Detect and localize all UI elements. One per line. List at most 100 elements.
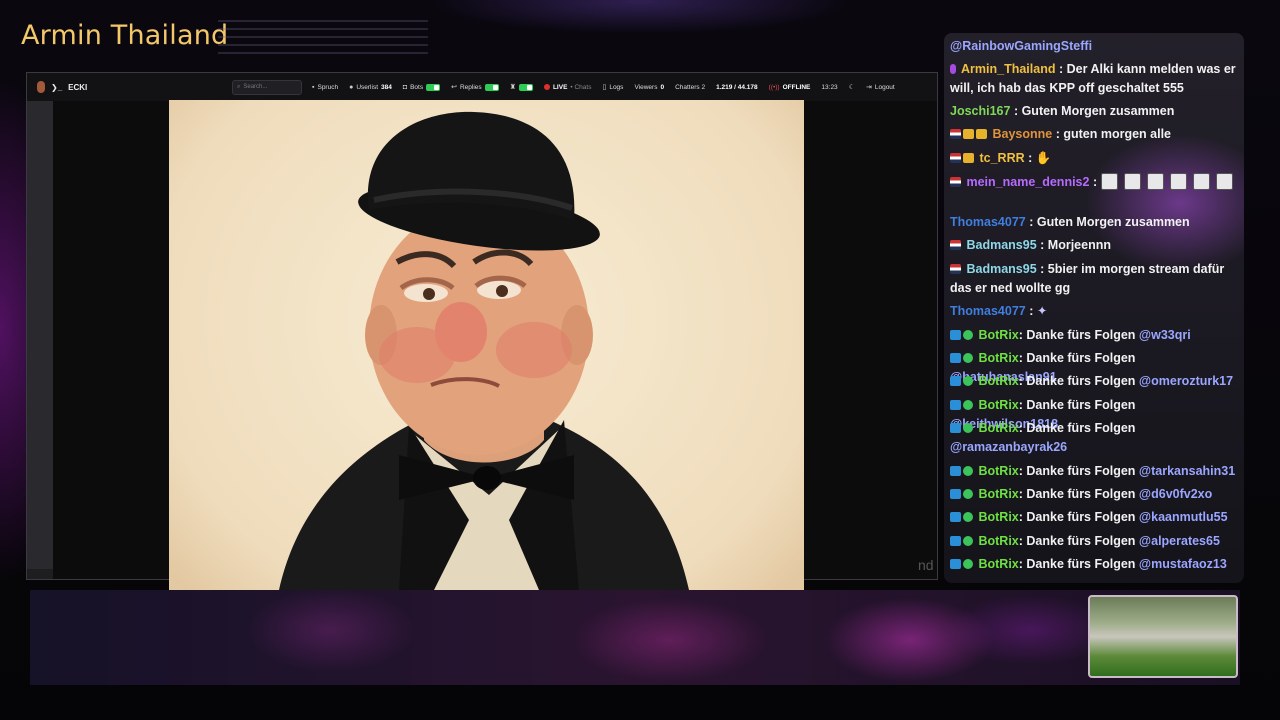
chat-username[interactable]: Armin_Thailand (961, 62, 1055, 76)
verified-badge-icon (963, 489, 973, 499)
featured-image (169, 100, 804, 590)
chat-message: mein_name_dennis2 : (950, 173, 1242, 192)
flag-badge-icon (950, 240, 961, 250)
verified-badge-icon (963, 559, 973, 569)
chat-username[interactable]: BotRix (978, 421, 1018, 435)
bot-badge-icon (950, 489, 961, 499)
bots-switch[interactable] (426, 83, 441, 91)
userlist-label: Userlist (356, 83, 378, 91)
replies-switch[interactable] (484, 83, 499, 91)
chat-username[interactable]: Joschi167 (950, 104, 1010, 118)
stage-partial-label: nd (918, 557, 934, 573)
chat-username[interactable]: tc_RRR (979, 151, 1024, 165)
chat-text: : Danke fürs Folgen (1018, 351, 1136, 365)
verified-badge-icon (963, 353, 973, 363)
chat-mention[interactable]: @kaanmutlu55 (1139, 510, 1228, 524)
chat-mention[interactable]: @ramazanbayrak26 (950, 440, 1067, 454)
chat-text: : (1028, 151, 1033, 165)
portrait-illustration (279, 111, 689, 590)
chat-username[interactable]: Thomas4077 (950, 304, 1026, 318)
chat-mention[interactable]: @alperates65 (1139, 534, 1220, 548)
chat-username[interactable]: BotRix (978, 374, 1018, 388)
extra-switch[interactable] (518, 83, 533, 91)
broadcast-icon: ((•)) (768, 83, 780, 91)
chat-message: BotRix: Danke fürs Folgen @d6v0fv2xo (950, 485, 1242, 504)
chat-text: : Danke fürs Folgen (1018, 557, 1139, 571)
crown-badge-icon (950, 64, 956, 74)
live-chats-button[interactable]: LIVE • Chats (540, 80, 596, 95)
chat-message: @RainbowGamingSteffi (950, 37, 1242, 56)
chat-username[interactable]: BotRix (978, 351, 1018, 365)
chat-username[interactable]: @RainbowGamingSteffi (950, 39, 1092, 53)
chat-mention[interactable]: @tarkansahin31 (1139, 464, 1235, 478)
emote-icon (1192, 173, 1210, 190)
title-decoration (218, 20, 428, 60)
logout-button[interactable]: ⇥ Logout (862, 80, 899, 95)
speech-icon: ▪ (312, 83, 315, 91)
terminal-icon: ❯_ (51, 82, 63, 92)
chat-mention[interactable]: @d6v0fv2xo (1139, 487, 1212, 501)
chat-username[interactable]: BotRix (978, 398, 1018, 412)
chat-text: : (1029, 304, 1034, 318)
chat-username[interactable]: Badmans95 (966, 262, 1036, 276)
bot-badge-icon (950, 536, 961, 546)
chat-message: BotRix: Danke fürs Folgen @omerozturk17 (950, 372, 1242, 391)
moon-icon: ☾ (848, 84, 855, 91)
theme-toggle[interactable]: ☾ (845, 80, 859, 95)
search-input[interactable]: ⌕ Search... (232, 79, 302, 95)
logs-label: Logs (609, 83, 624, 91)
chat-username[interactable]: Badmans95 (966, 238, 1036, 252)
brand-name: ECKI (68, 82, 88, 92)
chat-username[interactable]: BotRix (978, 487, 1018, 501)
chat-text: : Danke fürs Folgen (1018, 534, 1139, 548)
chat-message: Baysonne : guten morgen alle (950, 125, 1242, 144)
brand: ❯_ ECKI (37, 81, 232, 93)
chat-username[interactable]: mein_name_dennis2 (966, 175, 1089, 189)
logout-label: Logout (874, 83, 895, 91)
chat-username[interactable]: BotRix (978, 557, 1018, 571)
clock: 13:23 (821, 83, 838, 91)
bot-badge-icon (950, 512, 961, 522)
bot-badge-icon (950, 466, 961, 476)
chat-username[interactable]: Thomas4077 (950, 215, 1026, 229)
chat-username[interactable]: BotRix (978, 534, 1018, 548)
chat-username[interactable]: BotRix (978, 328, 1018, 342)
flag-badge-icon (950, 129, 961, 139)
viewers-label: Viewers (634, 83, 658, 91)
chat-message: Thomas4077 : ✦ (950, 302, 1242, 321)
logs-button[interactable]: ▯ Logs (598, 80, 627, 95)
spruch-label: Spruch (317, 83, 339, 91)
verified-badge-icon (963, 376, 973, 386)
chat-text: : Danke fürs Folgen (1018, 421, 1136, 435)
chat-message: Armin_Thailand : Der Alki kann melden wa… (950, 60, 1242, 98)
spruch-button[interactable]: ▪ Spruch (308, 80, 342, 95)
flag-badge-icon (950, 264, 961, 274)
chat-text: : Danke fürs Folgen (1018, 510, 1139, 524)
verified-badge-icon (963, 423, 973, 433)
chat-username[interactable]: BotRix (978, 510, 1018, 524)
chat-username[interactable]: BotRix (978, 464, 1018, 478)
extra-toggle[interactable]: ♜ (506, 80, 537, 95)
webcam-preview (1088, 595, 1238, 678)
replies-toggle[interactable]: ↩ Replies (447, 80, 503, 95)
bot-badge-icon (950, 423, 961, 433)
chat-mention[interactable]: @omerozturk17 (1139, 374, 1233, 388)
chat-message: BotRix: Danke fürs Folgen @alperates65 (950, 532, 1242, 551)
info-badge-icon (963, 129, 974, 139)
emote-icon (1169, 173, 1187, 190)
chat-text: : guten morgen alle (1055, 127, 1172, 141)
userlist-button[interactable]: ● Userlist 384 (345, 80, 396, 95)
emote-icon (1146, 173, 1164, 190)
chat-message: BotRix: Danke fürs Folgen @tarkansahin31 (950, 462, 1242, 481)
chat-username[interactable]: Baysonne (992, 127, 1052, 141)
flag-badge-icon (950, 153, 961, 163)
stream-title: Armin Thailand (21, 20, 229, 51)
chat-text: : Danke fürs Folgen (1018, 464, 1139, 478)
chat-mention[interactable]: @w33qri (1139, 328, 1191, 342)
chat-message: Joschi167 : Guten Morgen zusammen (950, 102, 1242, 121)
chat-mention[interactable]: @mustafaoz13 (1139, 557, 1227, 571)
bots-toggle[interactable]: ◘ Bots (399, 80, 444, 95)
chat-message: BotRix: Danke fürs Folgen @w33qri (950, 326, 1242, 345)
search-placeholder: Search... (243, 84, 268, 90)
sub-badge-icon (976, 129, 987, 139)
